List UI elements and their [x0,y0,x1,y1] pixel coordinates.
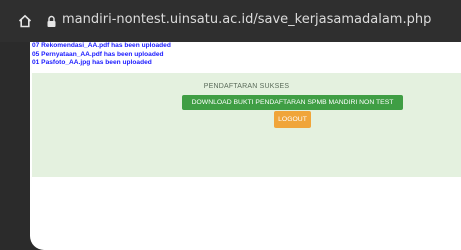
home-icon[interactable] [18,14,32,28]
registration-success-panel: PENDAFTARAN SUKSES DOWNLOAD BUKTI PENDAF… [32,73,461,177]
logout-button[interactable]: LOGOUT [274,111,311,128]
url-text[interactable]: mandiri-nontest.uinsatu.ac.id/save_kerja… [62,12,431,27]
page-viewport: 07 Rekomendasi_AA.pdf has been uploaded … [30,42,461,250]
upload-message: 07 Rekomendasi_AA.pdf has been uploaded [32,42,171,49]
download-proof-button[interactable]: DOWNLOAD BUKTI PENDAFTARAN SPMB MANDIRI … [182,95,403,110]
panel-title: PENDAFTARAN SUKSES [203,83,290,90]
upload-message: 01 Pasfoto_AA.jpg has been uploaded [32,59,152,67]
browser-address-bar: mandiri-nontest.uinsatu.ac.id/save_kerja… [0,0,461,42]
upload-message: 05 Pernyataan_AA.pdf has been uploaded [32,50,164,58]
upload-messages: 07 Rekomendasi_AA.pdf has been uploaded … [32,42,171,68]
lock-icon [46,15,57,28]
